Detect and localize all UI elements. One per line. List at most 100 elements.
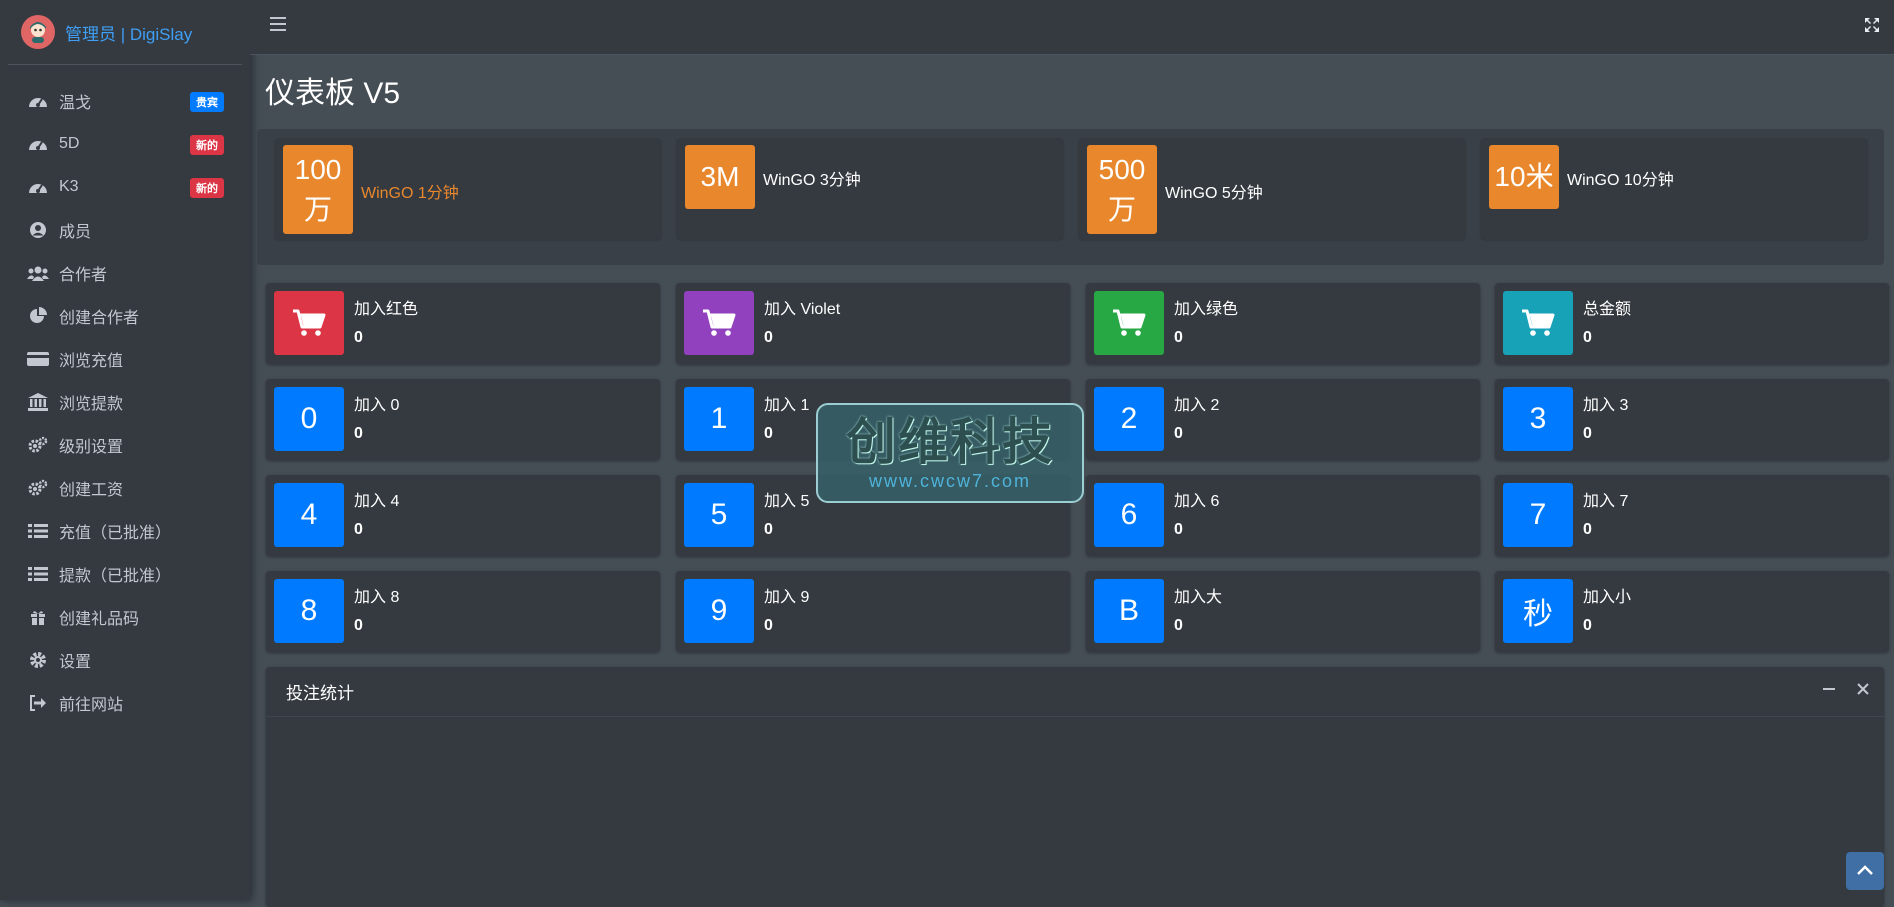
bank-icon bbox=[27, 392, 49, 412]
status-badge: 贵宾 bbox=[190, 92, 224, 112]
sidebar-item-label: 5D bbox=[59, 134, 80, 152]
stat-value: 0 bbox=[1583, 617, 1592, 634]
list-icon bbox=[27, 521, 49, 541]
game-timer-panel: 100 万 WinGO 1分钟 3M WinGO 3分钟 500 万 WinGO 5… bbox=[257, 129, 1884, 265]
timer-label: WinGO 1分钟 bbox=[361, 185, 459, 202]
timer-box: 100 万 bbox=[283, 145, 353, 234]
watermark-title: 创维科技 bbox=[846, 413, 1054, 470]
sidebar-item-label: 合作者 bbox=[59, 266, 108, 284]
sidebar-item-go-to-site[interactable]: 前往网站 bbox=[0, 681, 250, 724]
stat-label: 加入 6 bbox=[1174, 493, 1220, 510]
stat-value: 0 bbox=[1174, 425, 1183, 442]
sign-out-icon bbox=[27, 693, 49, 713]
gear-icon bbox=[27, 650, 49, 670]
timer-box: 10米 bbox=[1489, 145, 1559, 209]
timer-label: WinGO 10分钟 bbox=[1567, 172, 1674, 189]
timer-box-line1: 500 bbox=[1098, 153, 1146, 185]
number-box: B bbox=[1094, 579, 1164, 643]
stat-card-number-4: 4 加入 4 0 bbox=[266, 475, 660, 556]
sidebar-item-settings[interactable]: 设置 bbox=[0, 638, 250, 681]
timer-box-line1: 100 bbox=[294, 153, 342, 185]
fullscreen-icon[interactable] bbox=[1864, 17, 1880, 33]
sidebar-item-recharge-approved[interactable]: 充值（已批准） bbox=[0, 509, 250, 552]
sidebar: 管理员 | DigiSlay 温戈 贵宾 5D 新的 K3 新的 成员 合作者 … bbox=[0, 0, 250, 900]
sidebar-item-members[interactable]: 成员 bbox=[0, 208, 250, 251]
credit-card-icon bbox=[27, 349, 49, 369]
stat-value: 0 bbox=[764, 425, 773, 442]
stat-card-number-3: 3 加入 3 0 bbox=[1495, 379, 1889, 460]
timer-card-wingo-1min[interactable]: 100 万 WinGO 1分钟 bbox=[275, 139, 661, 240]
sidebar-item-label: 级别设置 bbox=[59, 438, 124, 456]
stat-label: 加入 4 bbox=[354, 493, 400, 510]
stat-value: 0 bbox=[1174, 521, 1183, 538]
stat-card-small: 秒 加入小 0 bbox=[1495, 571, 1889, 652]
cart-icon bbox=[1094, 291, 1164, 355]
sidebar-item-browse-withdraw[interactable]: 浏览提款 bbox=[0, 380, 250, 423]
stat-label: 加入 1 bbox=[764, 397, 810, 414]
stat-value: 0 bbox=[1583, 521, 1592, 538]
sidebar-item-label: 创建礼品码 bbox=[59, 610, 140, 628]
sidebar-item-withdraw-approved[interactable]: 提款（已批准） bbox=[0, 552, 250, 595]
timer-card-wingo-10min[interactable]: 10米 WinGO 10分钟 bbox=[1481, 139, 1867, 240]
sidebar-item-label: 前往网站 bbox=[59, 696, 124, 714]
number-box: 秒 bbox=[1503, 579, 1573, 643]
sidebar-item-wingo[interactable]: 温戈 贵宾 bbox=[0, 79, 250, 122]
timer-box-line1: 10米 bbox=[1494, 161, 1554, 192]
back-to-top-button[interactable] bbox=[1846, 852, 1884, 890]
sidebar-item-create-salary[interactable]: 创建工资 bbox=[0, 466, 250, 509]
sidebar-item-level-settings[interactable]: 级别设置 bbox=[0, 423, 250, 466]
close-icon[interactable] bbox=[1856, 682, 1870, 696]
timer-label: WinGO 5分钟 bbox=[1165, 185, 1263, 202]
stat-value: 0 bbox=[764, 329, 773, 346]
sidebar-item-browse-recharge[interactable]: 浏览充值 bbox=[0, 337, 250, 380]
number-box: 2 bbox=[1094, 387, 1164, 451]
stat-card-green: 加入绿色 0 bbox=[1086, 283, 1480, 364]
timer-card-wingo-3min[interactable]: 3M WinGO 3分钟 bbox=[677, 139, 1063, 240]
sidebar-item-k3[interactable]: K3 新的 bbox=[0, 165, 250, 208]
stat-label: 加入 5 bbox=[764, 493, 810, 510]
sidebar-item-label: K3 bbox=[59, 177, 79, 195]
bet-statistics-card: 投注统计 bbox=[266, 667, 1884, 907]
stat-card-number-2: 2 加入 2 0 bbox=[1086, 379, 1480, 460]
page-title: 仪表板 V5 bbox=[265, 77, 401, 110]
menu-toggle-icon[interactable] bbox=[270, 17, 286, 31]
tachometer-icon bbox=[27, 91, 49, 111]
timer-box: 500 万 bbox=[1087, 145, 1157, 234]
stat-label: 加入 2 bbox=[1174, 397, 1220, 414]
stat-value: 0 bbox=[764, 617, 773, 634]
timer-box-line2: 万 bbox=[303, 193, 332, 225]
users-icon bbox=[27, 263, 49, 283]
pie-chart-icon bbox=[27, 306, 49, 326]
sidebar-item-partners[interactable]: 合作者 bbox=[0, 251, 250, 294]
sidebar-item-label: 创建合作者 bbox=[59, 309, 140, 327]
tachometer-icon bbox=[27, 134, 49, 154]
stat-label: 加入 8 bbox=[354, 589, 400, 606]
stat-label: 加入 7 bbox=[1583, 493, 1629, 510]
sidebar-item-5d[interactable]: 5D 新的 bbox=[0, 122, 250, 165]
sidebar-item-label: 提款（已批准） bbox=[59, 567, 172, 585]
stat-card-number-6: 6 加入 6 0 bbox=[1086, 475, 1480, 556]
stat-card-number-9: 9 加入 9 0 bbox=[676, 571, 1070, 652]
card-header: 投注统计 bbox=[266, 667, 1884, 717]
sidebar-item-create-partner[interactable]: 创建合作者 bbox=[0, 294, 250, 337]
minus-icon[interactable] bbox=[1822, 682, 1836, 696]
number-box: 3 bbox=[1503, 387, 1573, 451]
stat-label: 加入 Violet bbox=[764, 301, 841, 318]
brand-title: 管理员 | DigiSlay bbox=[65, 24, 193, 44]
stat-value: 0 bbox=[354, 329, 363, 346]
stat-card-big: B 加入大 0 bbox=[1086, 571, 1480, 652]
sidebar-item-label: 浏览提款 bbox=[59, 395, 124, 413]
stat-label: 加入 0 bbox=[354, 397, 400, 414]
timer-card-wingo-5min[interactable]: 500 万 WinGO 5分钟 bbox=[1079, 139, 1465, 240]
stat-label: 加入 9 bbox=[764, 589, 810, 606]
stat-card-number-8: 8 加入 8 0 bbox=[266, 571, 660, 652]
cart-icon bbox=[274, 291, 344, 355]
card-tools bbox=[1822, 682, 1870, 696]
cogs-icon bbox=[27, 478, 49, 498]
chevron-up-icon bbox=[1857, 862, 1873, 880]
status-badge: 新的 bbox=[190, 178, 224, 198]
sidebar-item-label: 温戈 bbox=[59, 94, 92, 112]
brand[interactable]: 管理员 | DigiSlay bbox=[8, 0, 242, 65]
card-title: 投注统计 bbox=[286, 684, 354, 703]
sidebar-item-create-gift-code[interactable]: 创建礼品码 bbox=[0, 595, 250, 638]
